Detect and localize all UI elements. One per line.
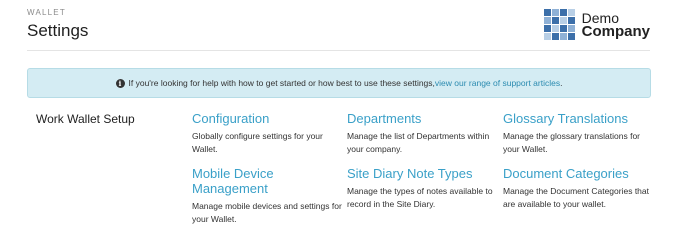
company-logo: Demo Company [543, 9, 650, 40]
card-description: Manage the list of Departments within yo… [347, 131, 490, 154]
card-mobile-device-management[interactable]: Mobile Device Management Manage mobile d… [192, 166, 342, 225]
card-title[interactable]: Mobile Device Management [192, 166, 302, 196]
page-header: WALLET Settings Demo Company [27, 8, 650, 51]
logo-mark-icon [543, 9, 575, 40]
page-title: Settings [27, 21, 89, 40]
banner-suffix: . [560, 78, 563, 88]
help-banner: i If you're looking for help with how to… [27, 68, 651, 98]
card-title[interactable]: Document Categories [503, 166, 653, 181]
card-description: Manage the types of notes available to r… [347, 186, 493, 209]
card-site-diary-note-types[interactable]: Site Diary Note Types Manage the types o… [347, 166, 497, 210]
info-icon: i [115, 78, 125, 88]
logo-line-2: Company [581, 22, 650, 40]
card-title[interactable]: Departments [347, 111, 497, 126]
card-title[interactable]: Site Diary Note Types [347, 166, 497, 181]
card-description: Manage mobile devices and settings for y… [192, 201, 342, 224]
card-glossary-translations[interactable]: Glossary Translations Manage the glossar… [503, 111, 653, 155]
card-description: Manage the Document Categories that are … [503, 186, 650, 209]
breadcrumb[interactable]: WALLET [27, 8, 66, 17]
logo-text: Demo Company [582, 11, 650, 39]
card-description: Manage the glossary translations for you… [503, 131, 641, 154]
card-departments[interactable]: Departments Manage the list of Departmen… [347, 111, 497, 155]
card-title[interactable]: Glossary Translations [503, 111, 653, 126]
card-description: Globally configure settings for your Wal… [192, 131, 323, 154]
card-title[interactable]: Configuration [192, 111, 342, 126]
section-label: Work Wallet Setup [36, 112, 135, 126]
banner-text: If you're looking for help with how to g… [128, 78, 435, 88]
card-configuration[interactable]: Configuration Globally configure setting… [192, 111, 342, 155]
support-articles-link[interactable]: view our range of support articles [435, 78, 560, 88]
card-document-categories[interactable]: Document Categories Manage the Document … [503, 166, 653, 210]
